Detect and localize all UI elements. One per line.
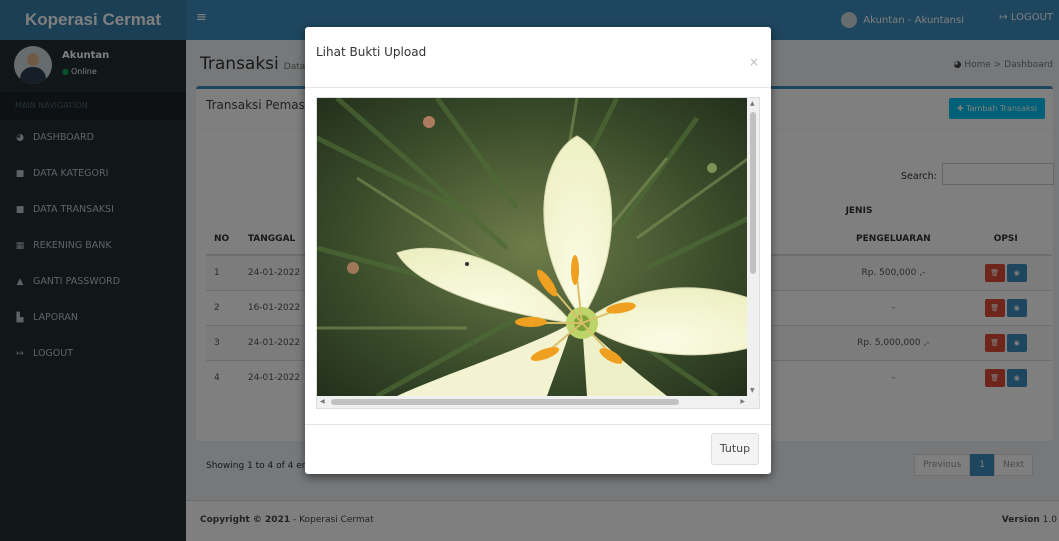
close-button[interactable]: Tutup (711, 433, 759, 465)
scroll-right-icon[interactable]: ▶ (740, 398, 745, 405)
divider (305, 424, 771, 425)
close-icon[interactable]: × (749, 55, 759, 69)
scroll-left-icon[interactable]: ◀ (320, 398, 325, 405)
scroll-down-icon[interactable]: ▼ (750, 387, 755, 394)
divider (305, 87, 771, 88)
app-root: Koperasi Cermat Akuntan ●Online MAIN NAV… (0, 0, 1059, 541)
upload-proof-modal: Lihat Bukti Upload × ▲ ▼ ◀ ▶ Tutup (305, 27, 771, 474)
modal-title: Lihat Bukti Upload (316, 45, 427, 59)
scroll-up-icon[interactable]: ▲ (750, 100, 755, 107)
uploaded-flower-image (317, 98, 749, 396)
vertical-scrollbar[interactable]: ▲ ▼ (747, 98, 759, 396)
scroll-thumb[interactable] (331, 399, 679, 405)
upload-image-viewer[interactable]: ▲ ▼ ◀ ▶ (316, 97, 760, 409)
horizontal-scrollbar[interactable]: ◀ ▶ (317, 396, 759, 408)
scroll-thumb[interactable] (750, 112, 756, 274)
